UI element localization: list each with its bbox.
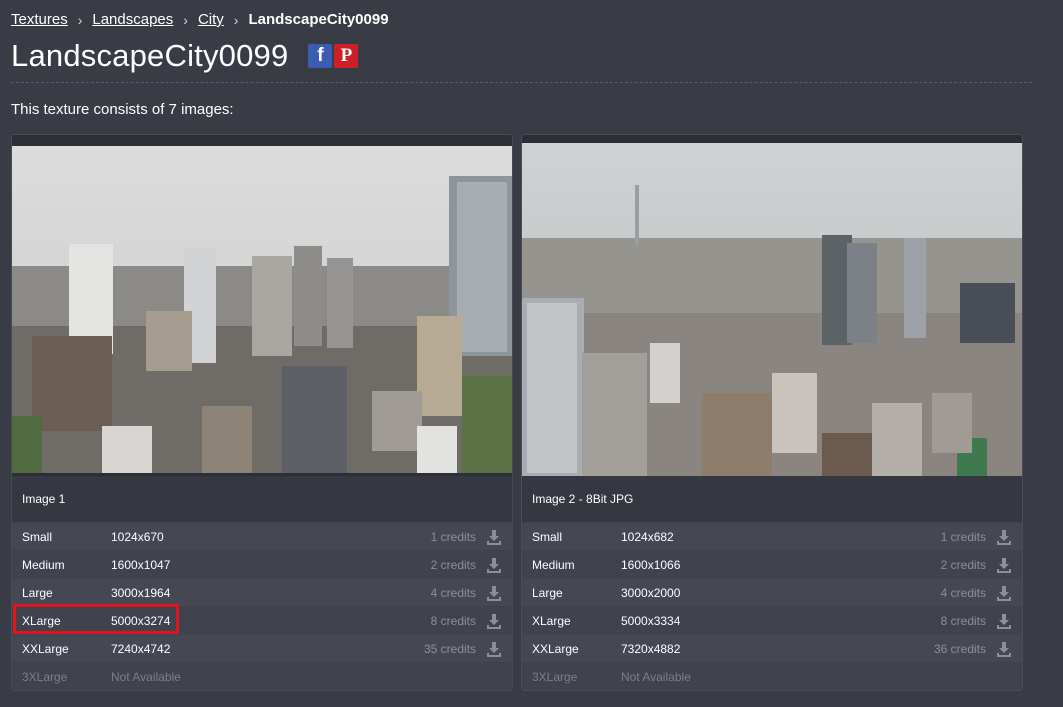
- city-photo-1: [12, 146, 512, 473]
- size-name: XXLarge: [22, 642, 69, 656]
- dimensions: 1024x682: [621, 530, 674, 544]
- dimensions: Not Available: [111, 670, 181, 684]
- size-name: 3XLarge: [22, 670, 68, 684]
- dimensions: 5000x3274: [111, 614, 171, 628]
- download-icon[interactable]: [996, 641, 1012, 657]
- image-label: Image 1: [12, 476, 512, 522]
- credits: 35 credits: [423, 642, 476, 656]
- credits: 8 credits: [430, 614, 476, 628]
- size-name: Small: [532, 530, 563, 544]
- breadcrumb-separator: ›: [183, 11, 188, 28]
- credits: 2 credits: [430, 558, 476, 572]
- breadcrumb: Textures › Landscapes › City › Landscape…: [11, 11, 389, 28]
- credits: 36 credits: [933, 642, 986, 656]
- dimensions: 5000x3334: [621, 614, 681, 628]
- size-row-medium: Medium 1600x1066 2 credits: [522, 550, 1022, 578]
- size-row-medium: Medium 1600x1047 2 credits: [12, 550, 512, 578]
- size-row-xxlarge: XXLarge 7240x4742 35 credits: [12, 634, 512, 662]
- size-row-large: Large 3000x2000 4 credits: [522, 578, 1022, 606]
- size-row-xxlarge: XXLarge 7320x4882 36 credits: [522, 634, 1022, 662]
- size-name: Medium: [532, 558, 575, 572]
- breadcrumb-link-textures[interactable]: Textures: [11, 11, 68, 28]
- size-name: XLarge: [22, 614, 61, 628]
- download-icon[interactable]: [486, 529, 502, 545]
- breadcrumb-link-city[interactable]: City: [198, 11, 224, 28]
- breadcrumb-current: LandscapeCity0099: [248, 11, 389, 28]
- credits: 1 credits: [430, 530, 476, 544]
- download-icon[interactable]: [996, 613, 1012, 629]
- download-icon[interactable]: [996, 585, 1012, 601]
- pinterest-share-button[interactable]: P: [334, 44, 359, 68]
- image-card-2: Image 2 - 8Bit JPG Small 1024x682 1 cred…: [521, 134, 1023, 691]
- download-icon[interactable]: [996, 529, 1012, 545]
- city-photo-2: [522, 143, 1022, 476]
- credits: 1 credits: [940, 530, 986, 544]
- image-thumbnail-1[interactable]: [12, 146, 512, 473]
- facebook-share-button[interactable]: f: [308, 44, 333, 68]
- size-name: XLarge: [532, 614, 571, 628]
- size-name: Large: [532, 586, 563, 600]
- download-icon[interactable]: [486, 585, 502, 601]
- size-name: 3XLarge: [532, 670, 578, 684]
- download-icon[interactable]: [486, 613, 502, 629]
- size-row-xlarge: XLarge 5000x3274 8 credits: [12, 606, 512, 634]
- image-label: Image 2 - 8Bit JPG: [522, 476, 1022, 522]
- size-table: Small 1024x670 1 credits Medium 1600x104…: [12, 522, 512, 690]
- size-row-xlarge: XLarge 5000x3334 8 credits: [522, 606, 1022, 634]
- credits: 4 credits: [430, 586, 476, 600]
- download-icon[interactable]: [486, 557, 502, 573]
- size-table: Small 1024x682 1 credits Medium 1600x106…: [522, 522, 1022, 690]
- credits: 2 credits: [940, 558, 986, 572]
- title-divider: [11, 82, 1032, 83]
- size-name: Large: [22, 586, 53, 600]
- dimensions: 1600x1047: [111, 558, 171, 572]
- breadcrumb-separator: ›: [233, 11, 239, 28]
- size-row-3xlarge: 3XLarge Not Available: [12, 662, 512, 690]
- social-share: f P: [308, 44, 359, 68]
- size-name: XXLarge: [532, 642, 579, 656]
- pinterest-icon: P: [340, 45, 353, 66]
- size-row-large: Large 3000x1964 4 credits: [12, 578, 512, 606]
- dimensions: 7240x4742: [111, 642, 171, 656]
- size-row-3xlarge: 3XLarge Not Available: [522, 662, 1022, 690]
- dimensions: 7320x4882: [621, 642, 681, 656]
- size-row-small: Small 1024x682 1 credits: [522, 522, 1022, 550]
- breadcrumb-link-landscapes[interactable]: Landscapes: [92, 11, 173, 28]
- download-icon[interactable]: [486, 641, 502, 657]
- image-thumbnail-2[interactable]: [522, 143, 1022, 476]
- credits: 8 credits: [940, 614, 986, 628]
- size-row-small: Small 1024x670 1 credits: [12, 522, 512, 550]
- breadcrumb-separator: ›: [77, 11, 83, 28]
- size-name: Small: [22, 530, 53, 544]
- dimensions: 1024x670: [111, 530, 164, 544]
- facebook-icon: f: [317, 45, 324, 66]
- dimensions: 1600x1066: [621, 558, 681, 572]
- dimensions: 3000x1964: [111, 586, 171, 600]
- size-name: Medium: [22, 558, 65, 572]
- page-title: LandscapeCity0099: [11, 38, 289, 73]
- dimensions: Not Available: [621, 670, 691, 684]
- dimensions: 3000x2000: [621, 586, 681, 600]
- title-row: LandscapeCity0099 f P: [11, 38, 359, 74]
- texture-intro: This texture consists of 7 images:: [11, 101, 234, 118]
- image-card-1: Image 1 Small 1024x670 1 credits Medium …: [11, 134, 513, 691]
- download-icon[interactable]: [996, 557, 1012, 573]
- credits: 4 credits: [940, 586, 986, 600]
